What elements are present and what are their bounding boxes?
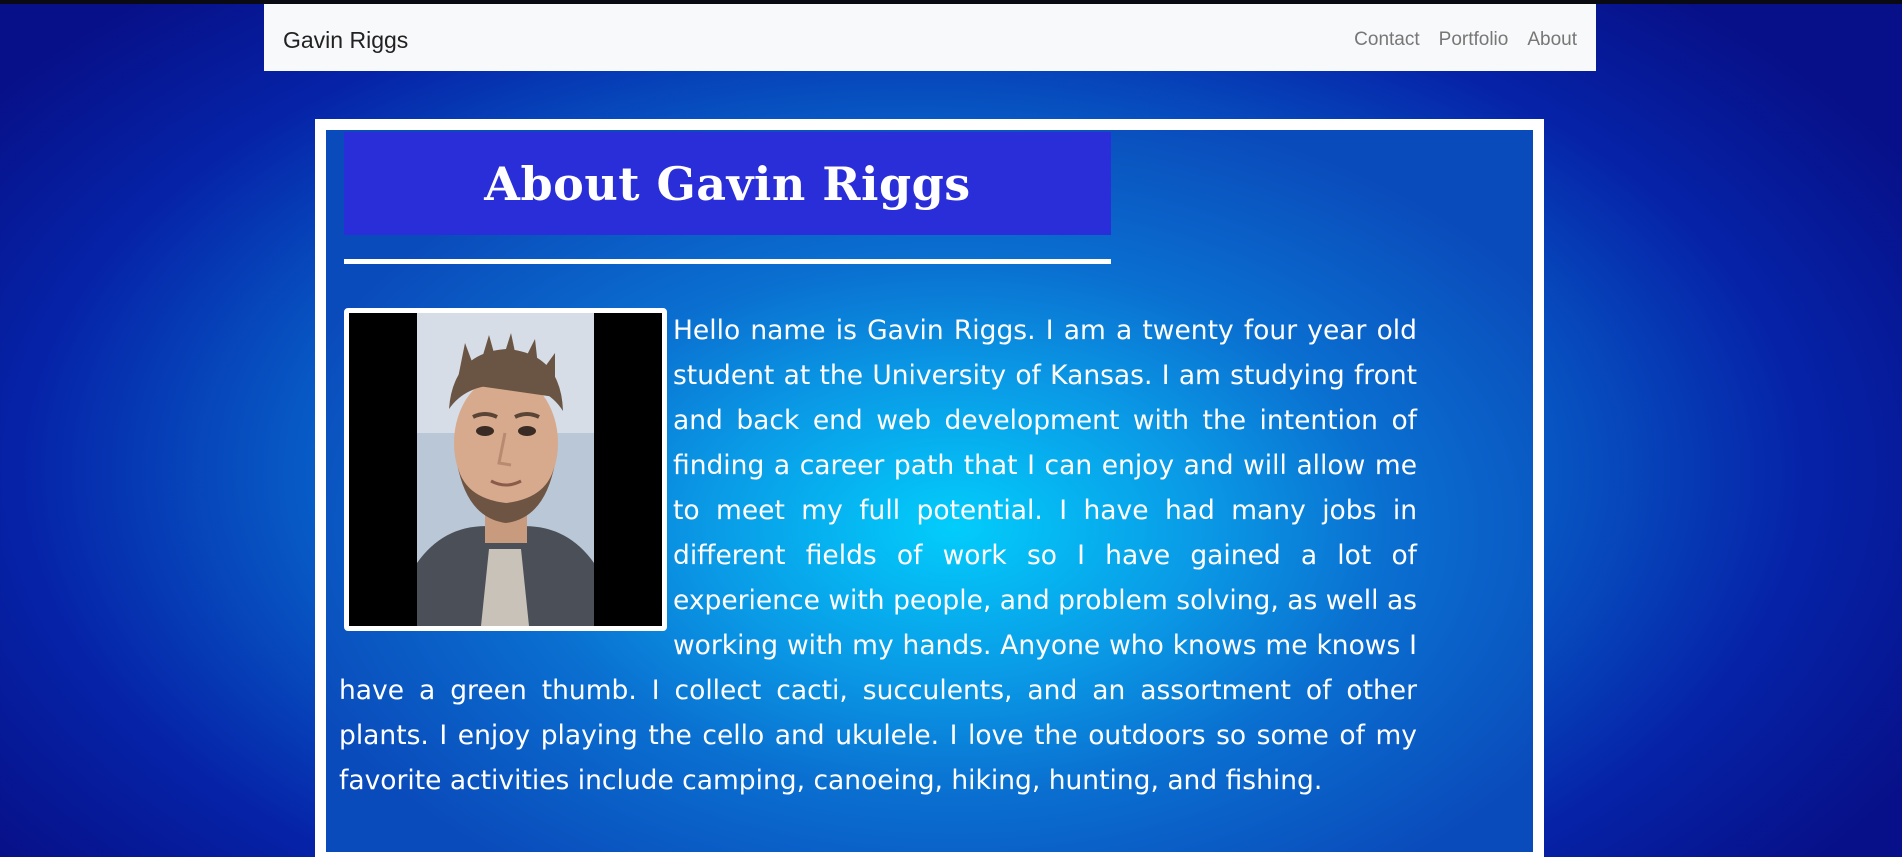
portrait-photo	[344, 308, 667, 631]
title-box: About Gavin Riggs	[344, 132, 1111, 235]
nav-link-contact[interactable]: Contact	[1354, 28, 1419, 52]
nav-links: Contact Portfolio About	[1354, 28, 1577, 52]
title-divider	[344, 259, 1111, 264]
page-title: About Gavin Riggs	[484, 156, 971, 211]
nav-link-portfolio[interactable]: Portfolio	[1439, 28, 1509, 52]
about-card-frame: About Gavin Riggs Hello name is Gavin Ri…	[315, 119, 1544, 857]
navbar-brand[interactable]: Gavin Riggs	[283, 26, 408, 54]
nav-link-about[interactable]: About	[1527, 28, 1577, 52]
navbar: Gavin Riggs Contact Portfolio About	[264, 4, 1596, 71]
about-card: About Gavin Riggs Hello name is Gavin Ri…	[326, 130, 1533, 852]
bio-paragraph: Hello name is Gavin Riggs. I am a twenty…	[339, 308, 1417, 803]
